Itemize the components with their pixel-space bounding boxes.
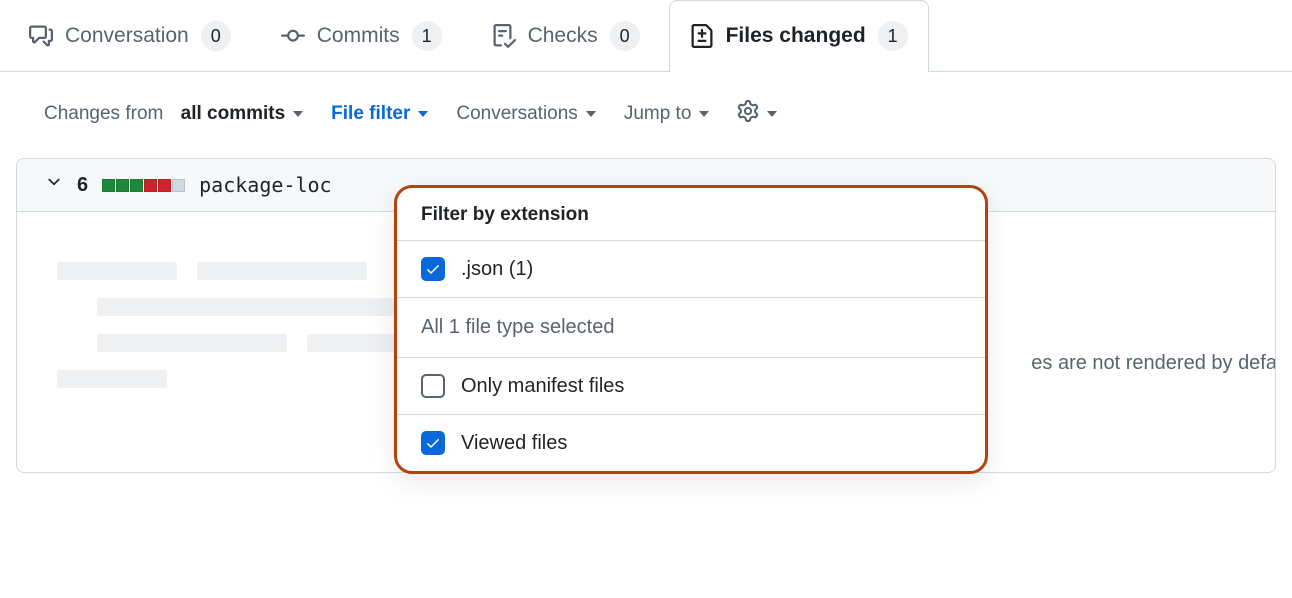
tab-label: Checks [528,24,598,48]
filter-summary: All 1 file type selected [397,298,985,358]
tab-counter: 0 [610,21,640,51]
checklist-icon [492,24,516,48]
comment-discussion-icon [29,24,53,48]
checkbox-checked-icon [421,431,445,455]
jump-to-menu[interactable]: Jump to [624,103,710,125]
filter-extension-json[interactable]: .json (1) [397,241,985,298]
file-filter-menu[interactable]: File filter [331,103,428,125]
tab-label: Conversation [65,24,189,48]
checkbox-unchecked-icon [421,374,445,398]
tab-counter: 0 [201,21,231,51]
git-commit-icon [281,24,305,48]
tab-checks[interactable]: Checks 0 [471,0,661,71]
filter-viewed-files[interactable]: Viewed files [397,415,985,471]
changes-from-menu[interactable]: Changes from all commits [44,103,303,125]
filter-label: Only manifest files [461,375,624,398]
chevron-down-icon [418,111,428,117]
chevron-down-icon [767,111,777,117]
file-name: package-loc [199,173,331,197]
checkbox-checked-icon [421,257,445,281]
conversations-menu[interactable]: Conversations [456,103,595,125]
filter-label: Viewed files [461,432,567,455]
render-note: es are not rendered by defa [1031,352,1276,375]
tab-conversation[interactable]: Conversation 0 [8,0,252,71]
diff-line-count: 6 [77,174,88,197]
tab-commits[interactable]: Commits 1 [260,0,463,71]
diff-toolbar: Changes from all commits File filter Con… [0,72,1292,146]
tab-label: Commits [317,24,400,48]
dropdown-header: Filter by extension [397,188,985,241]
tab-counter: 1 [412,21,442,51]
chevron-down-icon [699,111,709,117]
tab-files-changed[interactable]: Files changed 1 [669,0,929,72]
chevron-down-icon [45,173,63,197]
gear-icon [737,100,759,128]
tab-counter: 1 [878,21,908,51]
diff-settings-menu[interactable] [737,100,777,128]
filter-label: .json (1) [461,258,533,281]
chevron-down-icon [293,111,303,117]
filter-only-manifest[interactable]: Only manifest files [397,358,985,415]
chevron-down-icon [586,111,596,117]
file-diff-icon [690,24,714,48]
file-filter-dropdown: Filter by extension .json (1) All 1 file… [394,185,988,474]
tab-label: Files changed [726,24,866,48]
pr-tabnav: Conversation 0 Commits 1 Checks 0 Files … [0,0,1292,72]
diffstat-icon [102,179,185,192]
